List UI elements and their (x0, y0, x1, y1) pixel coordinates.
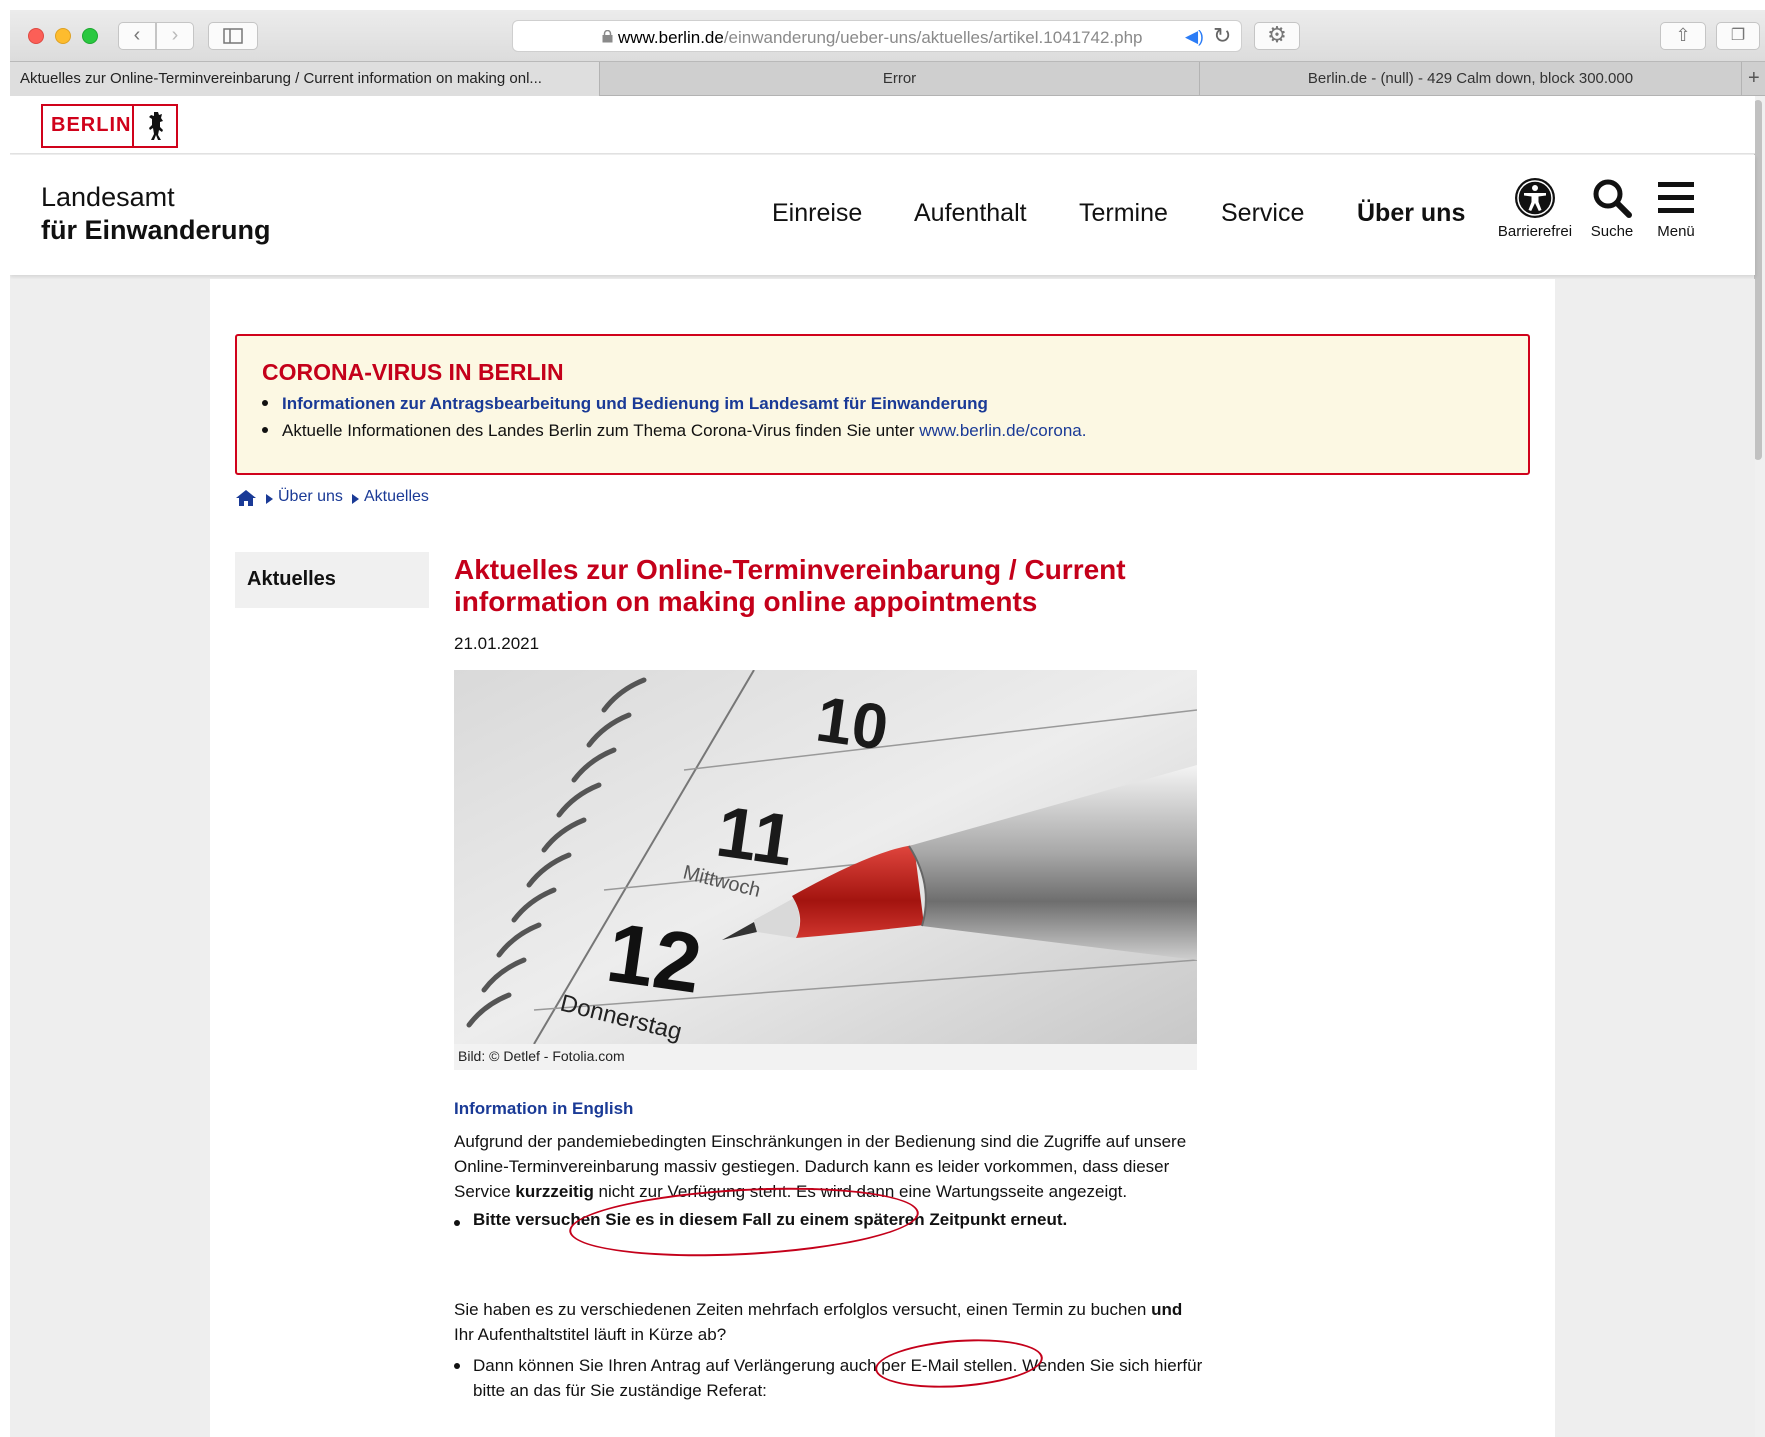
share-button[interactable]: ⇧ (1660, 22, 1706, 50)
bullet (454, 1220, 460, 1226)
berlin-logo[interactable]: BERLIN (41, 104, 178, 148)
article-paragraph: Sie haben es zu verschiedenen Zeiten meh… (454, 1297, 1194, 1347)
breadcrumb-aktuelles[interactable]: Aktuelles (364, 488, 429, 506)
breadcrumb-ueber-uns[interactable]: Über uns (278, 488, 343, 506)
tab-error[interactable]: Error (600, 62, 1200, 96)
bullet (262, 426, 268, 433)
share-icon: ⇧ (1675, 25, 1691, 45)
speaker-icon[interactable]: ◀) (1185, 27, 1204, 47)
sidebar-toggle-button[interactable] (208, 22, 258, 50)
back-button[interactable]: ‹ (118, 22, 156, 50)
extension-button[interactable]: ⚙ (1254, 22, 1300, 50)
address-bar[interactable]: www.berlin.de/einwanderung/ueber-uns/akt… (512, 20, 1242, 52)
reload-icon[interactable]: ↻ (1213, 23, 1231, 49)
url-domain: www.berlin.de (618, 28, 724, 47)
calendar-day-10: 10 (812, 683, 893, 764)
nav-aufenthalt[interactable]: Aufenthalt (914, 199, 1027, 228)
article-image: 10 11 Mittwoch 12 Donnerstag (454, 670, 1197, 1044)
image-caption: Bild: © Detlef - Fotolia.com (458, 1048, 625, 1064)
forward-button[interactable]: › (156, 22, 194, 50)
breadcrumb-arrow-icon (266, 494, 273, 504)
nav-einreise[interactable]: Einreise (772, 199, 862, 228)
home-icon[interactable] (235, 489, 257, 507)
hamburger-icon (1658, 182, 1694, 213)
close-window-button[interactable] (28, 28, 44, 44)
sidebar-item-aktuelles[interactable]: Aktuelles (235, 552, 429, 608)
berlin-logo-text: BERLIN (51, 114, 132, 136)
gear-icon: ⚙ (1267, 22, 1287, 47)
chevron-right-icon: › (171, 24, 179, 46)
corona-notice-title: CORONA-VIRUS IN BERLIN (262, 359, 564, 385)
menu-label: Menü (1657, 223, 1695, 240)
url-text: www.berlin.de/einwanderung/ueber-uns/akt… (618, 28, 1143, 48)
site-title-line1[interactable]: Landesamt (41, 182, 175, 213)
page-background-right (1555, 279, 1755, 1437)
site-header: Landesamt für Einwanderung Einreise Aufe… (10, 155, 1755, 275)
nav-service[interactable]: Service (1221, 199, 1304, 228)
main-content: CORONA-VIRUS IN BERLIN Informationen zur… (210, 279, 1555, 1437)
accessibility-label: Barrierefrei (1497, 223, 1573, 240)
corona-info-text: Aktuelle Informationen des Landes Berlin… (282, 421, 920, 440)
accessibility-button[interactable]: Barrierefrei (1494, 177, 1576, 240)
zoom-window-button[interactable] (82, 28, 98, 44)
lock-icon (602, 30, 613, 43)
berlin-bear-icon (149, 112, 163, 140)
info-english-link[interactable]: Information in English (454, 1099, 633, 1119)
list-item-text: Dann können Sie Ihren Antrag auf Verläng… (473, 1356, 1203, 1400)
calendar-day-12: 12 (601, 905, 707, 1011)
nav-termine[interactable]: Termine (1079, 199, 1168, 228)
tabs-icon: ❐ (1730, 27, 1746, 44)
scrollbar[interactable] (1754, 100, 1762, 460)
page-viewport: BERLIN Landesamt für Einwanderung Einrei… (10, 96, 1765, 1437)
article-date: 21.01.2021 (454, 634, 540, 653)
search-label: Suche (1590, 223, 1634, 240)
url-path: /einwanderung/ueber-uns/aktuelles/artike… (723, 28, 1143, 47)
paragraph-bold-text: kurzzeitig (515, 1182, 594, 1201)
nav-ueber-uns[interactable]: Über uns (1357, 199, 1465, 228)
site-title-line2[interactable]: für Einwanderung (41, 215, 271, 246)
berlin-portal-bar: BERLIN (10, 96, 1755, 154)
list-item: Dann können Sie Ihren Antrag auf Verläng… (454, 1353, 1214, 1403)
tab-bar: Aktuelles zur Online-Terminvereinbarung … (10, 62, 1765, 96)
corona-notice-item: Informationen zur Antragsbearbeitung und… (262, 394, 988, 414)
accessibility-icon (1515, 178, 1555, 218)
search-button[interactable]: Suche (1582, 177, 1642, 240)
sidebar-icon (223, 28, 243, 44)
article-title: Aktuelles zur Online-Terminvereinbarung … (454, 554, 1126, 617)
tab-active[interactable]: Aktuelles zur Online-Terminvereinbarung … (10, 62, 600, 96)
image-caption-bar: Bild: © Detlef - Fotolia.com (454, 1044, 1197, 1070)
bullet (454, 1363, 460, 1369)
bullet (262, 399, 268, 406)
corona-notice-item: Aktuelle Informationen des Landes Berlin… (262, 421, 1087, 441)
corona-notice: CORONA-VIRUS IN BERLIN Informationen zur… (235, 334, 1530, 475)
new-tab-button[interactable]: + (1748, 62, 1765, 96)
browser-window: ‹ › www.berlin.de/einwanderung/ueber-uns… (0, 0, 1765, 1437)
paragraph-text: Sie haben es zu verschiedenen Zeiten meh… (454, 1300, 1152, 1319)
paragraph-bold-text: und (1151, 1300, 1183, 1319)
chevron-left-icon: ‹ (133, 24, 141, 46)
logo-divider (132, 106, 134, 146)
corona-info-link[interactable]: Informationen zur Antragsbearbeitung und… (282, 394, 988, 413)
tab-berlin-429[interactable]: Berlin.de - (null) - 429 Calm down, bloc… (1200, 62, 1742, 96)
page-background-left (10, 279, 210, 1437)
calendar-day-11: 11 (712, 792, 799, 882)
minimize-window-button[interactable] (55, 28, 71, 44)
calendar-photo: 10 11 Mittwoch 12 Donnerstag (454, 670, 1197, 1044)
menu-button[interactable]: Menü (1646, 177, 1706, 240)
browser-toolbar: ‹ › www.berlin.de/einwanderung/ueber-uns… (10, 10, 1765, 62)
tab-overview-button[interactable]: ❐ (1716, 22, 1760, 50)
corona-berlin-link[interactable]: www.berlin.de/corona. (919, 421, 1086, 440)
search-icon (1593, 179, 1632, 218)
paragraph-text: Ihr Aufenthaltstitel läuft in Kürze ab? (454, 1325, 727, 1344)
breadcrumb-arrow-icon (352, 494, 359, 504)
